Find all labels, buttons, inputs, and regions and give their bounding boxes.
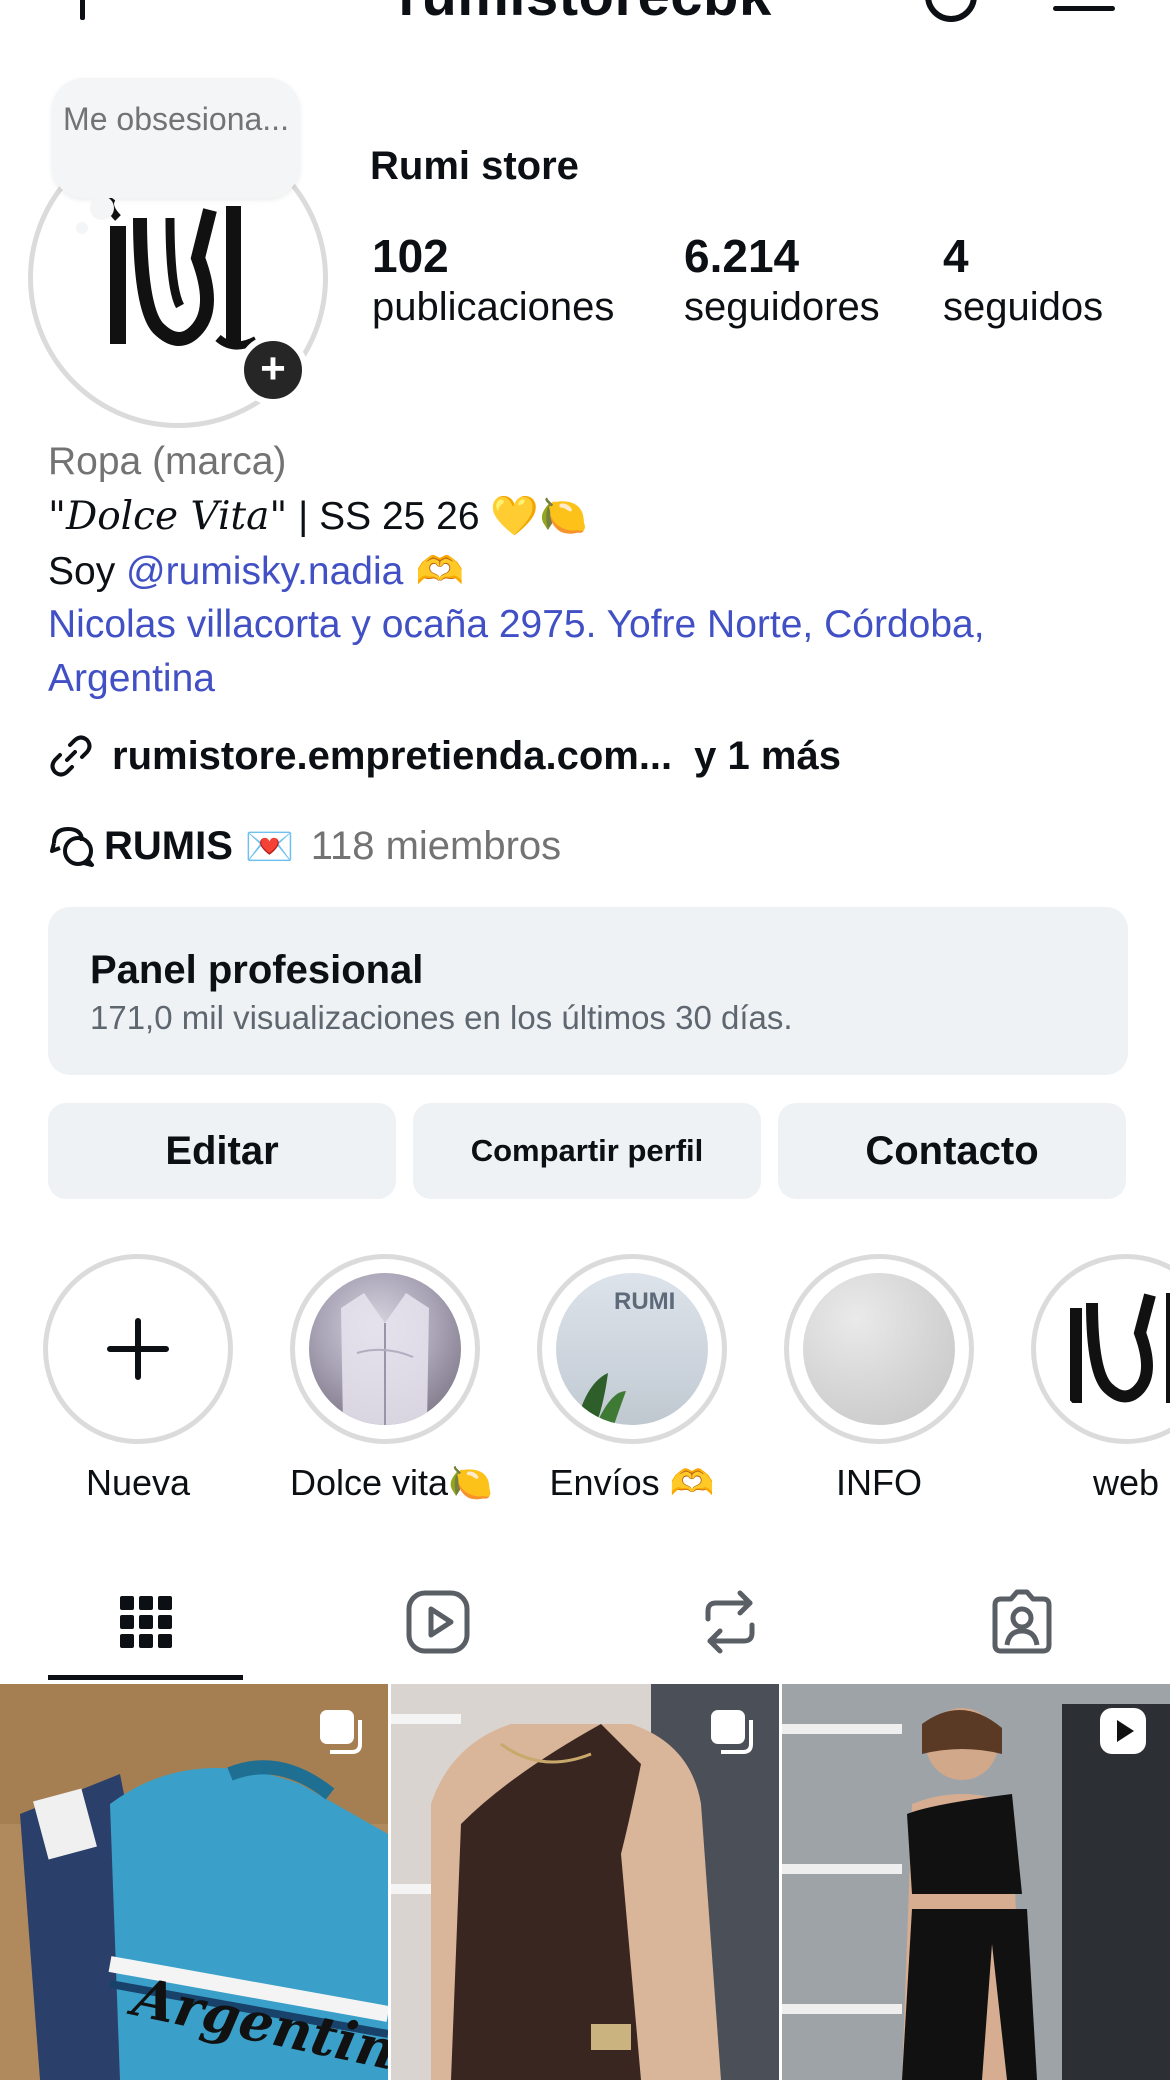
tab-reels[interactable] <box>398 1582 478 1662</box>
highlight-envios[interactable]: RUMI Envíos 🫶 <box>537 1254 727 1504</box>
tagged-person-icon <box>992 1589 1052 1654</box>
highlight-cover-logo <box>1050 1273 1170 1425</box>
contact-button[interactable]: Contacto <box>778 1103 1126 1199</box>
tab-tagged[interactable] <box>982 1582 1062 1662</box>
stat-posts[interactable]: 102 publicaciones <box>372 230 614 332</box>
link-icon <box>50 735 92 777</box>
active-tab-indicator <box>48 1675 243 1680</box>
external-link-row[interactable]: rumistore.empretienda.com... y 1 más <box>48 728 841 784</box>
highlight-label: Dolce vita🍋 <box>290 1462 493 1503</box>
stat-posts-label: publicaciones <box>372 285 615 329</box>
channel-chat-icon <box>50 826 94 867</box>
add-story-plus-icon[interactable]: + <box>238 335 308 405</box>
professional-dashboard-panel[interactable]: Panel profesional 171,0 mil visualizacio… <box>48 907 1128 1075</box>
carousel-icon <box>711 1710 753 1754</box>
heart-hands-emoji: 🫶 <box>403 549 465 594</box>
tab-reposts[interactable] <box>690 1582 770 1662</box>
carousel-icon <box>320 1710 362 1754</box>
repost-icon <box>705 1590 755 1654</box>
reel-play-icon <box>1100 1708 1146 1754</box>
bio-category: Ropa (marca) <box>48 440 287 483</box>
stat-followers[interactable]: 6.214 seguidores <box>684 230 880 332</box>
bio-quote: "Dolce Vita" <box>48 494 288 539</box>
edit-profile-button[interactable]: Editar <box>48 1103 396 1199</box>
envelope-heart-emoji: 💌 <box>244 823 295 870</box>
post-tile[interactable] <box>391 1684 779 2080</box>
bio-season: | SS 25 26 <box>287 495 491 538</box>
stat-followers-label: seguidores <box>684 285 880 329</box>
address-link[interactable]: Nicolas villacorta y ocaña 2975. Yofre N… <box>48 598 1128 706</box>
bio-line-owner: Soy @rumisky.nadia 🫶 <box>48 545 464 599</box>
broadcast-channel-row[interactable]: RUMIS 💌 118 miembros <box>48 818 561 874</box>
brand-logo <box>88 188 268 368</box>
post-tile[interactable] <box>782 1684 1170 2080</box>
bio-line-collection: "Dolce Vita" | SS 25 26 💛🍋 <box>48 490 588 544</box>
stat-following[interactable]: 4 seguidos <box>943 230 1103 332</box>
note-bubble[interactable]: Me obsesiona... <box>52 78 300 198</box>
highlight-label: web <box>1092 1462 1160 1503</box>
stat-followers-value: 6.214 <box>684 230 800 282</box>
note-bubble-tail <box>90 196 114 220</box>
panel-subtitle: 171,0 mil visualizaciones en los últimos… <box>90 999 793 1036</box>
grid-icon <box>120 1596 172 1648</box>
highlight-web[interactable]: web <box>1031 1254 1170 1504</box>
highlight-cover-marble <box>803 1273 955 1425</box>
external-link-more: y 1 más <box>694 733 841 778</box>
highlight-label: Nueva <box>85 1462 191 1503</box>
highlight-cover-garment <box>309 1273 461 1425</box>
highlight-info[interactable]: INFO <box>784 1254 974 1504</box>
bio-prefix: Soy <box>48 550 127 593</box>
note-bubble-tail-dot <box>76 222 88 234</box>
heart-lemon-emoji: 💛🍋 <box>490 494 588 539</box>
note-text: Me obsesiona... <box>63 101 289 137</box>
reels-icon <box>406 1590 470 1654</box>
stat-following-value: 4 <box>943 230 969 282</box>
channel-name: RUMIS <box>104 823 233 868</box>
bio-mention-link[interactable]: @rumisky.nadia <box>126 550 403 593</box>
highlight-dolce-vita[interactable]: Dolce vita🍋 <box>290 1254 493 1504</box>
tab-posts-grid[interactable] <box>106 1582 186 1662</box>
highlight-cover-store: RUMI <box>556 1273 708 1425</box>
profile-username: rumistorecbk <box>0 0 1170 29</box>
share-profile-button[interactable]: Compartir perfil <box>413 1103 761 1199</box>
panel-title: Panel profesional <box>90 948 424 992</box>
highlight-new[interactable]: Nueva <box>43 1254 233 1504</box>
profile-tabs <box>0 1560 1170 1682</box>
plus-icon <box>107 1318 169 1380</box>
highlight-label: INFO <box>836 1462 922 1503</box>
top-bar: rumistorecbk <box>0 0 1170 30</box>
display-name: Rumi store <box>370 144 579 188</box>
highlight-label: Envíos 🫶 <box>549 1462 715 1503</box>
highlight-sign-text: RUMI <box>614 1288 675 1315</box>
stat-posts-value: 102 <box>372 230 449 282</box>
channel-members-count: 118 miembros <box>310 823 562 868</box>
stat-following-label: seguidos <box>943 285 1104 329</box>
posts-grid: Argentina <box>0 1684 1170 2080</box>
post-tile[interactable]: Argentina <box>0 1684 388 2080</box>
menu-icon[interactable] <box>1053 6 1115 11</box>
external-link-text: rumistore.empretienda.com... <box>112 733 673 778</box>
